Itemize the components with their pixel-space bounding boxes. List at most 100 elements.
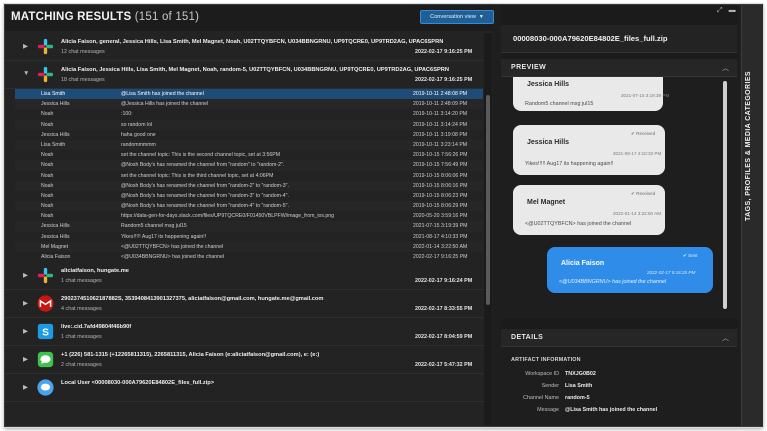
expand-arrow-icon[interactable]: ▶ <box>23 327 31 335</box>
bubble-status: ✔ Received <box>631 131 656 136</box>
conversation-title: aliciatfaison, hungate.me <box>61 268 129 275</box>
chat-bubble: ✔ Received Jessica Hills 2021-08-17 4:10… <box>513 125 665 175</box>
expand-arrow-icon[interactable]: ▶ <box>23 271 31 279</box>
bubble-text: <@U02TTQYBFCN> has joined the channel <box>525 221 632 227</box>
detail-key: Workspace ID <box>525 371 559 377</box>
detail-value: Lisa Smith <box>565 383 593 389</box>
collapse-arrow-icon[interactable]: ▼ <box>23 70 31 78</box>
message-text: randommmmm <box>121 141 156 148</box>
message-text: Random5 channel msg jul15 <box>121 223 187 230</box>
conversation-row[interactable]: ▶ Alicia Faison, general, Jessica Hills,… <box>5 33 483 61</box>
expand-arrow-icon[interactable]: ▶ <box>23 42 31 50</box>
conversation-message-count: 1 chat messages <box>61 278 102 285</box>
message-text: so random lol <box>121 121 153 128</box>
message-text: @Jessica Hills has joined the channel <box>121 101 209 108</box>
expand-arrow-icon[interactable]: ▶ <box>23 299 31 307</box>
message-row[interactable]: Noah @Nosh Body's has renamed the channe… <box>15 160 483 171</box>
message-row[interactable]: Noah https://data-gen-for-days.slack.com… <box>15 211 483 221</box>
details-section-header[interactable]: DETAILS ︿ <box>501 329 737 347</box>
chat-preview: Jessica Hills 2021-07-15 3:19:39 PM Rand… <box>501 77 737 319</box>
message-row[interactable]: Noah set the channel topic: This is the … <box>15 150 483 160</box>
results-header: MATCHING RESULTS (151 of 151) Conversati… <box>5 5 494 31</box>
message-row[interactable]: Noah set the channel topic: This is the … <box>15 171 483 181</box>
message-row-selected[interactable]: Lisa Smith @Lisa Smith has joined the ch… <box>15 89 483 100</box>
message-row[interactable]: Jessica Hills Yikes!!!!! Aug17 its happe… <box>15 232 483 242</box>
conversation-title: 290237451062187882S, 3539408413901327375… <box>61 296 324 303</box>
results-scrollbar[interactable] <box>484 33 492 425</box>
conversation-title: Alicia Faison, Jessica Hills, Lisa Smith… <box>61 67 449 73</box>
message-time: 2019-10-15 8:06:06 PM <box>413 172 468 179</box>
message-text: @Nosh Body's has renamed the channel fro… <box>121 192 289 199</box>
message-row[interactable]: Noah so random lol 2019-10-11 3:14:24 PM <box>15 119 483 130</box>
conversation-row[interactable]: ▶ S live:.cid.7afd49804f46b90f 1 chat me… <box>5 318 483 347</box>
conversation-date: 2022-02-17 8:04:59 PM <box>415 334 473 341</box>
svg-text:S: S <box>42 328 49 339</box>
skype-icon: S <box>37 324 54 340</box>
artifact-details: ARTIFACT INFORMATION Workspace ID TNXJG0… <box>501 347 737 426</box>
message-sender: Noah <box>41 213 54 220</box>
conversation-row[interactable]: ▶ Local User <00008030-000A79620E84802E_… <box>5 374 483 403</box>
detail-row-message: Message @Lisa Smith has joined the chann… <box>501 407 737 417</box>
detail-row-workspace-id: Workspace ID TNXJG0B02 <box>501 371 737 381</box>
detail-key: Message <box>537 407 559 413</box>
conversation-view-label: Conversation view <box>430 14 476 20</box>
side-tab-strip[interactable]: TAGS, PROFILES & MEDIA CATEGORIES <box>741 5 763 426</box>
detail-row-channel-name: Channel Name random-5 <box>501 395 737 405</box>
detail-value: random-5 <box>565 395 590 401</box>
minimize-icon[interactable]: ▬ <box>729 7 736 14</box>
message-time: 2019-10-15 7:56:49 PM <box>413 162 468 169</box>
message-row[interactable]: Noah :100: 2019-10-11 3:14:20 PM <box>15 109 483 119</box>
bubble-text: <@U034BBNGRNU> has joined the channel <box>559 279 667 285</box>
preview-scrollbar[interactable] <box>720 77 730 317</box>
message-time: 2022-02-17 9:16:25 PM <box>413 254 468 260</box>
results-scrollbar-thumb[interactable] <box>486 95 490 305</box>
preview-scrollbar-thumb[interactable] <box>723 81 727 309</box>
message-text: set the channel topic: This is the secon… <box>121 152 281 159</box>
messages-icon <box>37 352 54 368</box>
chat-bubble: ✔ Received Mel Magnet 2022-01-14 3:22:50… <box>513 185 665 235</box>
detail-key: Channel Name <box>523 395 559 401</box>
message-row[interactable]: Jessica Hills haha good one 2019-10-11 3… <box>15 130 483 140</box>
message-row[interactable]: Noah @Nosh Body's has renamed the channe… <box>15 191 483 201</box>
message-sender: Mel Magnet <box>41 243 69 250</box>
message-row[interactable]: Lisa Smith randommmmm 2019-10-11 3:23:14… <box>15 139 483 151</box>
conversation-row-expanded[interactable]: ▼ Alicia Faison, Jessica Hills, Lisa Smi… <box>5 61 483 89</box>
chevron-down-icon: ▼ <box>478 14 484 20</box>
preview-section-header[interactable]: PREVIEW ︿ <box>501 59 737 77</box>
detail-value: @Lisa Smith has joined the channel <box>565 407 658 413</box>
message-text: <@U034BBNGRNU> has joined the channel <box>121 254 225 260</box>
bubble-time: 2022-02-17 9:16:25 PM <box>647 270 696 275</box>
message-time: 2019-10-11 2:48:09 PM <box>413 101 468 108</box>
bubble-time: 2021-08-17 4:10:33 PM <box>613 151 662 156</box>
file-name: 00008030-000A79620E84802E_files_full.zip <box>513 34 668 43</box>
message-row[interactable]: Alicia Faison <@U034BBNGRNU> has joined … <box>15 252 483 262</box>
message-row[interactable]: Noah @Nosh Body's has renamed the channe… <box>15 201 483 212</box>
pin-icon[interactable]: ⤢ <box>717 7 723 14</box>
expand-arrow-icon[interactable]: ▶ <box>23 383 31 391</box>
conversation-row[interactable]: ▶ aliciatfaison, hungate.me 1 chat messa… <box>5 262 483 291</box>
message-row[interactable]: Jessica Hills @Jessica Hills has joined … <box>15 99 483 110</box>
conversation-row[interactable]: ▶ 290237451062187882S, 35394084139013273… <box>5 290 483 319</box>
message-time: 2019-10-11 3:14:20 PM <box>413 111 468 118</box>
message-time: 2019-10-11 3:19:08 PM <box>413 131 468 138</box>
tags-profiles-media-tab[interactable]: TAGS, PROFILES & MEDIA CATEGORIES <box>745 71 752 221</box>
bubble-status: ✔ Received <box>631 191 656 196</box>
conversation-date: 2022-02-17 9:16:24 PM <box>415 278 473 285</box>
slack-icon <box>37 38 54 55</box>
chevron-up-icon[interactable]: ︿ <box>722 63 729 73</box>
message-row[interactable]: Mel Magnet <@U02TTQYBFCN> has joined the… <box>15 241 483 252</box>
conversation-view-button[interactable]: Conversation view ▼ <box>420 10 494 24</box>
chevron-up-icon[interactable]: ︿ <box>722 333 729 343</box>
message-time: 2019-10-11 3:23:14 PM <box>413 141 468 148</box>
message-time: 2019-10-15 8:06:23 PM <box>413 192 468 199</box>
message-row[interactable]: Noah @Nosh Body's has renamed the channe… <box>15 180 483 191</box>
message-row[interactable]: Jessica Hills Random5 channel msg jul15 … <box>15 221 483 232</box>
message-text: Yikes!!!!! Aug17 its happening again!! <box>121 233 207 240</box>
message-text: @Nosh Body's has renamed the channel fro… <box>121 182 289 189</box>
conversation-title: +1 (226) 581-1315 (+12265811315), 226581… <box>61 352 320 359</box>
conversation-row[interactable]: ▶ +1 (226) 581-1315 (+12265811315), 2265… <box>5 346 483 375</box>
gmail-icon <box>37 295 54 312</box>
message-time: 2019-10-11 2:48:08 PM <box>413 91 468 97</box>
expand-arrow-icon[interactable]: ▶ <box>23 355 31 363</box>
message-sender: Jessica Hills <box>41 101 70 108</box>
